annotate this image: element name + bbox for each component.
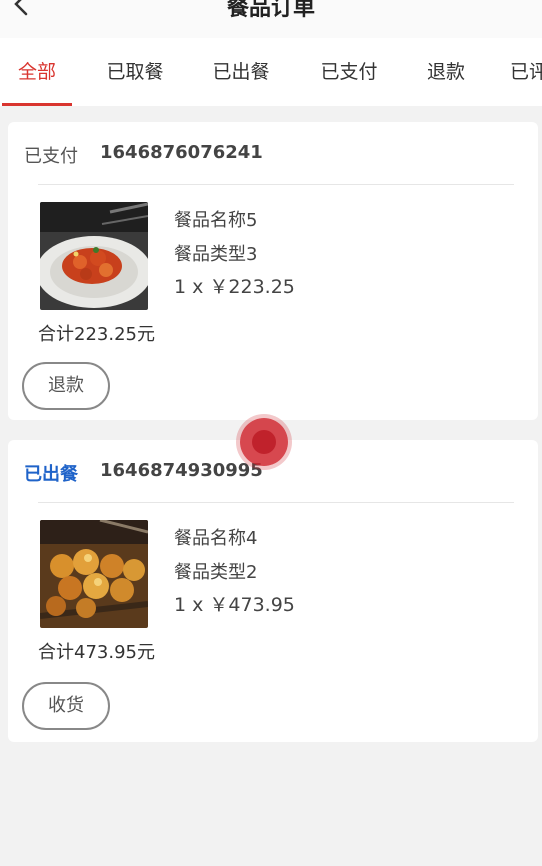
- item-quantity-price: 1 x ￥223.25: [174, 276, 295, 298]
- order-number: 1646876076241: [100, 142, 263, 163]
- page-title: 餐品订单: [226, 0, 315, 21]
- order-status-tabs: 全部 已取餐 已出餐 已支付 退款 已评: [0, 38, 542, 106]
- dish-image: [40, 520, 148, 628]
- item-name: 餐品名称4: [174, 528, 258, 549]
- top-bar: 餐品订单: [0, 0, 542, 38]
- item-type: 餐品类型2: [174, 562, 258, 583]
- order-status: 已支付: [24, 146, 78, 167]
- tab-served[interactable]: 已出餐: [206, 38, 276, 106]
- tab-picked-up[interactable]: 已取餐: [100, 38, 170, 106]
- tab-paid[interactable]: 已支付: [314, 38, 384, 106]
- order-card[interactable]: 已支付 1646876076241 餐品名称5 餐品类型3 1 x ￥223.2…: [8, 122, 538, 420]
- divider: [38, 502, 514, 503]
- tab-all[interactable]: 全部: [2, 38, 72, 106]
- item-quantity-price: 1 x ￥473.95: [174, 594, 295, 616]
- orders-page: 餐品订单 全部 已取餐 已出餐 已支付 退款 已评 已支付 1646876076…: [0, 0, 542, 866]
- order-total: 合计223.25元: [38, 324, 155, 345]
- tab-reviewed[interactable]: 已评: [510, 38, 542, 106]
- divider: [38, 184, 514, 185]
- dish-image: [40, 202, 148, 310]
- touch-indicator: [240, 418, 288, 466]
- order-status: 已出餐: [24, 464, 78, 485]
- tab-refund[interactable]: 退款: [414, 38, 478, 106]
- order-number: 1646874930995: [100, 460, 263, 481]
- item-type: 餐品类型3: [174, 244, 258, 265]
- active-tab-indicator: [2, 103, 72, 106]
- refund-button[interactable]: 退款: [22, 362, 110, 410]
- confirm-receipt-button[interactable]: 收货: [22, 682, 110, 730]
- order-card[interactable]: 已出餐 1646874930995 餐品名称4 餐品类型2 1 x ￥473.9…: [8, 440, 538, 742]
- item-name: 餐品名称5: [174, 210, 258, 231]
- order-total: 合计473.95元: [38, 642, 155, 663]
